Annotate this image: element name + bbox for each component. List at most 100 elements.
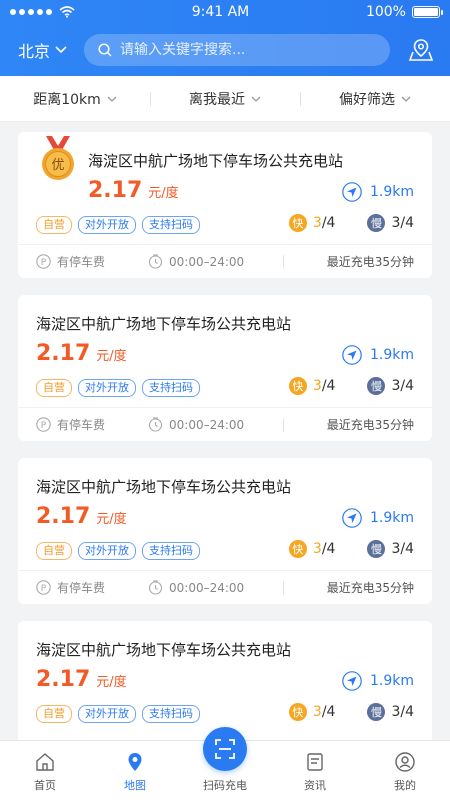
scan-icon	[215, 739, 235, 759]
open-hours: 00:00–24:00	[169, 417, 245, 432]
slow-count: 3/4	[391, 378, 414, 394]
fast-available: 3	[312, 704, 322, 720]
bottom-tab-bar: 首页 地图 扫码充电 资讯 我的	[0, 727, 450, 800]
search-icon	[98, 43, 112, 57]
parking-icon: P	[36, 417, 51, 432]
search-bar[interactable]	[84, 34, 390, 66]
open-hours: 00:00–24:00	[169, 580, 245, 595]
chevron-down-icon	[251, 96, 261, 102]
parking-icon: P	[36, 580, 51, 595]
tag-open: 对外开放	[78, 542, 136, 560]
fast-available: 3	[312, 378, 322, 394]
price-unit: 元/度	[96, 675, 127, 690]
price: 2.17 元/度	[36, 341, 127, 366]
chevron-down-icon	[401, 96, 411, 102]
price: 2.17 元/度	[36, 504, 127, 529]
slow-charge-icon: 慢	[367, 377, 386, 395]
price-value: 2.17	[36, 341, 91, 366]
chevron-down-icon	[107, 96, 117, 102]
fast-charge-icon: 快	[288, 214, 307, 232]
charger-counts: 快 3/4 慢 3/4	[288, 703, 414, 721]
city-selector[interactable]: 北京	[18, 38, 80, 62]
tag-scan: 支持扫码	[142, 542, 200, 560]
status-bar: 9:41 AM 100%	[0, 0, 450, 24]
tab-map[interactable]: 地图	[90, 741, 180, 800]
station-card[interactable]: 海淀区中航广场地下停车场公共充电站 2.17 元/度 1.9km 自营 对外开放…	[18, 458, 432, 604]
medal-label: 优	[51, 158, 64, 173]
map-pin-icon	[408, 39, 434, 61]
station-list: 优 海淀区中航广场地下停车场公共充电站 2.17 元/度 1.9km 自营 对外…	[18, 132, 432, 784]
station-card[interactable]: 优 海淀区中航广场地下停车场公共充电站 2.17 元/度 1.9km 自营 对外…	[18, 132, 432, 278]
city-label: 北京	[18, 42, 51, 61]
navigation-icon	[342, 671, 362, 691]
distance: 1.9km	[369, 673, 414, 689]
filter-preference[interactable]: 偏好筛选	[300, 89, 450, 109]
tag-self-operated: 自营	[36, 705, 72, 723]
medal-icon: 优	[38, 136, 78, 186]
home-icon	[36, 753, 54, 771]
svg-text:P: P	[41, 584, 47, 594]
user-icon	[395, 752, 415, 772]
fast-total: /4	[321, 704, 336, 720]
card-footer: P 有停车费 00:00–24:00 最近充电35分钟	[18, 244, 432, 278]
fast-total: /4	[321, 215, 336, 231]
slow-charge-icon: 慢	[367, 703, 386, 721]
navigate-button[interactable]: 1.9km	[342, 345, 414, 365]
parking-fee: 有停车费	[57, 581, 106, 595]
clock-icon	[148, 580, 163, 595]
navigation-icon	[342, 182, 362, 202]
card-footer: P 有停车费 00:00–24:00 最近充电35分钟	[18, 570, 432, 604]
charger-counts: 快 3/4 慢 3/4	[288, 214, 414, 232]
navigate-button[interactable]: 1.9km	[342, 508, 414, 528]
app-header: 9:41 AM 100% 北京	[0, 0, 450, 76]
tab-home[interactable]: 首页	[0, 741, 90, 800]
filter-label: 偏好筛选	[339, 91, 395, 108]
recent-charge: 最近充电35分钟	[326, 255, 414, 269]
tab-scan-charge[interactable]: 扫码充电	[180, 727, 270, 800]
distance: 1.9km	[369, 347, 414, 363]
tab-label: 地图	[124, 779, 146, 792]
filter-distance[interactable]: 距离10km	[0, 89, 150, 109]
price-unit: 元/度	[96, 349, 127, 364]
slow-charge-icon: 慢	[367, 540, 386, 558]
price-value: 2.17	[36, 667, 91, 692]
clock-icon	[148, 254, 163, 269]
station-card[interactable]: 海淀区中航广场地下停车场公共充电站 2.17 元/度 1.9km 自营 对外开放…	[18, 295, 432, 441]
news-icon	[307, 753, 323, 771]
wifi-icon	[59, 6, 75, 18]
fast-charge-icon: 快	[288, 703, 307, 721]
navigate-button[interactable]: 1.9km	[342, 182, 414, 202]
tab-profile[interactable]: 我的	[360, 741, 450, 800]
charger-counts: 快 3/4 慢 3/4	[288, 377, 414, 395]
price-unit: 元/度	[148, 186, 179, 201]
navigation-icon	[342, 345, 362, 365]
charger-counts: 快 3/4 慢 3/4	[288, 540, 414, 558]
recent-charge: 最近充电35分钟	[326, 581, 414, 595]
tag-self-operated: 自营	[36, 379, 72, 397]
navigation-icon	[342, 508, 362, 528]
status-time: 9:41 AM	[191, 4, 250, 20]
parking-fee: 有停车费	[57, 255, 106, 269]
fast-available: 3	[312, 215, 322, 231]
tag-open: 对外开放	[78, 216, 136, 234]
scan-button[interactable]	[203, 727, 247, 771]
tab-label: 扫码充电	[203, 779, 247, 792]
distance: 1.9km	[369, 184, 414, 200]
fast-total: /4	[321, 378, 336, 394]
tab-label: 资讯	[304, 779, 326, 792]
open-hours: 00:00–24:00	[169, 254, 245, 269]
svg-text:P: P	[41, 258, 47, 268]
map-location-button[interactable]	[406, 35, 436, 65]
navigate-button[interactable]: 1.9km	[342, 671, 414, 691]
tag-self-operated: 自营	[36, 216, 72, 234]
filter-sort[interactable]: 离我最近	[150, 89, 300, 109]
filter-label: 离我最近	[189, 91, 245, 108]
tag-open: 对外开放	[78, 379, 136, 397]
fast-charge-icon: 快	[288, 540, 307, 558]
tab-news[interactable]: 资讯	[270, 741, 360, 800]
price-value: 2.17	[88, 178, 143, 203]
parking-fee: 有停车费	[57, 418, 106, 432]
search-input[interactable]	[120, 42, 360, 58]
fast-available: 3	[312, 541, 322, 557]
battery-icon	[411, 6, 443, 18]
